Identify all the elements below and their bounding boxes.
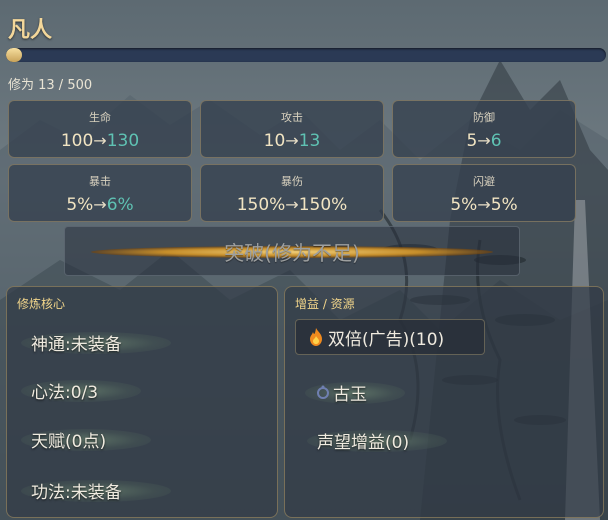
arrow-icon: →: [285, 131, 299, 150]
arrow-icon: →: [285, 195, 299, 214]
arrow-icon: →: [93, 195, 107, 214]
cultivation-text: 修为 13 / 500: [8, 78, 93, 93]
divine-ability-button[interactable]: 神通:未装备: [21, 327, 171, 357]
stat-card-dodge: 闪避 5%→5%: [392, 164, 576, 222]
cultivation-progress-fill: [6, 48, 22, 62]
stat-from: 100: [60, 131, 94, 151]
stat-name: 防御: [473, 111, 495, 124]
breakthrough-label: 突破(修为不足): [224, 240, 360, 265]
stat-from: 150%: [236, 195, 286, 215]
arrow-icon: →: [477, 131, 491, 150]
stat-name: 闪避: [473, 175, 495, 188]
stat-to: 130: [106, 131, 140, 151]
ancient-jade-label: 古玉: [333, 384, 367, 405]
martial-skill-button[interactable]: 功法:未装备: [21, 475, 171, 505]
panel-title: 增益 / 资源: [295, 297, 355, 311]
stat-to: 6%: [106, 195, 134, 215]
double-ad-button[interactable]: 双倍(广告)(10): [295, 319, 485, 355]
stat-to: 6: [490, 131, 502, 151]
stat-to: 5%: [490, 195, 518, 215]
cultivation-progress-bar: [6, 48, 606, 62]
breakthrough-button[interactable]: 突破(修为不足): [64, 226, 520, 276]
stat-values: 10→13: [201, 131, 383, 151]
arrow-icon: →: [93, 131, 107, 150]
stat-from: 5%: [450, 195, 478, 215]
mind-technique-button[interactable]: 心法:0/3: [21, 375, 141, 405]
stat-values: 5%→6%: [9, 195, 191, 215]
talent-button[interactable]: 天赋(0点): [21, 424, 151, 454]
stat-card-attack: 攻击 10→13: [200, 100, 384, 158]
reputation-buff-label: 声望增益(0): [317, 432, 410, 453]
stat-from: 10: [263, 131, 286, 151]
stat-card-crit-damage: 暴伤 150%→150%: [200, 164, 384, 222]
stat-name: 暴伤: [281, 175, 303, 188]
stat-name: 生命: [89, 111, 111, 124]
double-ad-label: 双倍(广告)(10): [328, 329, 445, 350]
reputation-buff-button[interactable]: 声望增益(0): [307, 425, 447, 455]
cultivation-core-panel: 修炼核心 神通:未装备 心法:0/3 天赋(0点) 功法:未装备: [6, 286, 278, 518]
stat-name: 攻击: [281, 111, 303, 124]
stat-values: 100→130: [9, 131, 191, 151]
arrow-icon: →: [477, 195, 491, 214]
stat-card-hp: 生命 100→130: [8, 100, 192, 158]
realm-title: 凡人: [8, 18, 53, 43]
stat-from: 5%: [66, 195, 94, 215]
buff-resource-panel: 增益 / 资源 双倍(广告)(10) 古玉 声望增益(0): [284, 286, 604, 518]
jade-icon: [317, 385, 329, 399]
stat-to: 150%: [298, 195, 348, 215]
panel-title: 修炼核心: [17, 297, 66, 311]
fire-icon: [310, 328, 322, 346]
ancient-jade-button[interactable]: 古玉: [305, 377, 405, 407]
stat-card-defense: 防御 5→6: [392, 100, 576, 158]
stat-values: 5→6: [393, 131, 575, 151]
stat-values: 150%→150%: [201, 195, 383, 215]
stat-values: 5%→5%: [393, 195, 575, 215]
stat-card-crit: 暴击 5%→6%: [8, 164, 192, 222]
stat-name: 暴击: [89, 175, 111, 188]
stat-to: 13: [298, 131, 321, 151]
stat-from: 5: [466, 131, 478, 151]
